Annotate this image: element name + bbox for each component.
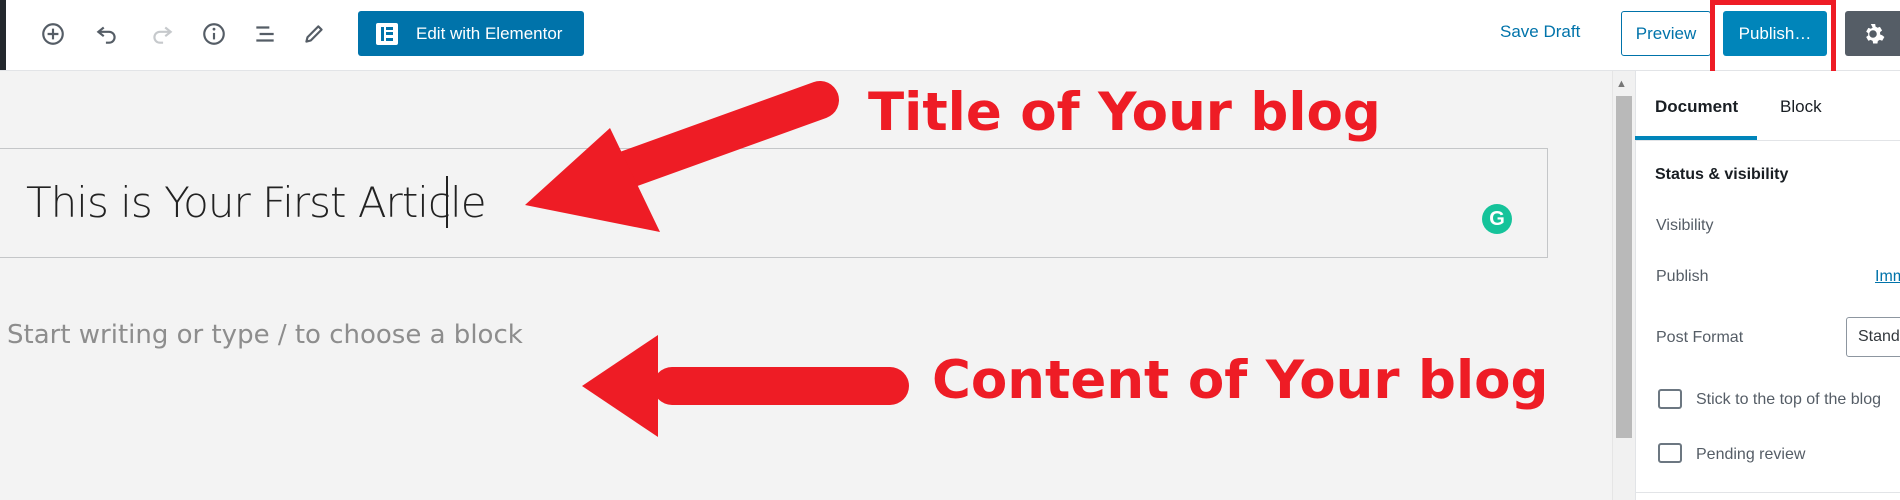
annotation-arrows xyxy=(525,81,909,437)
title-annotation-label: Title of Your blog xyxy=(868,82,1381,143)
content-arrow xyxy=(582,335,909,437)
content-annotation-label: Content of Your blog xyxy=(932,350,1549,411)
title-arrow xyxy=(525,81,839,232)
